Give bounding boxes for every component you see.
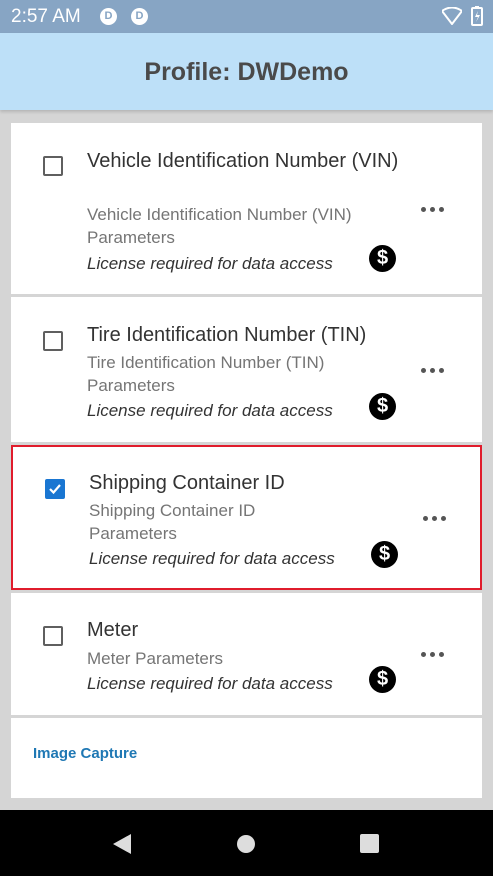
more-options-icon[interactable]	[421, 652, 447, 660]
nav-home-icon[interactable]	[236, 834, 256, 854]
notification-app-icon: D	[131, 8, 148, 25]
checkmark-icon	[49, 484, 61, 495]
more-options-icon[interactable]	[421, 368, 447, 376]
decoder-card-meter[interactable]: Meter Meter Parameters License required …	[11, 593, 482, 715]
page-title: Profile: DWDemo	[144, 58, 349, 86]
decoder-title: Meter	[87, 619, 139, 641]
wifi-icon	[442, 7, 462, 25]
license-text: License required for data access	[87, 401, 333, 420]
system-nav-bar	[0, 810, 493, 876]
notification-app-icon: D	[100, 8, 117, 25]
decoder-subtitle: Meter Parameters	[87, 649, 224, 668]
decoder-card-shipping-container[interactable]: Shipping Container ID Shipping Container…	[11, 445, 482, 590]
decoder-card-vin[interactable]: Vehicle Identification Number (VIN) Vehi…	[11, 123, 482, 294]
decoder-title: Vehicle Identification Number (VIN)	[87, 150, 399, 172]
more-options-icon[interactable]	[423, 516, 449, 524]
decoder-title: Tire Identification Number (TIN)	[87, 324, 367, 346]
decoder-subtitle: Shipping Container ID Parameters	[89, 501, 256, 543]
decoder-title: Shipping Container ID	[89, 472, 285, 494]
decoder-subtitle: Vehicle Identification Number (VIN) Para…	[87, 205, 352, 247]
dollar-icon: $	[369, 666, 396, 693]
app-bar: Profile: DWDemo	[0, 33, 493, 110]
license-text: License required for data access	[89, 549, 335, 568]
decoder-checkbox-tin[interactable]	[43, 331, 63, 351]
decoder-subtitle: Tire Identification Number (TIN) Paramet…	[87, 353, 325, 395]
status-time: 2:57 AM	[11, 6, 81, 27]
license-text: License required for data access	[87, 254, 333, 273]
nav-recents-icon[interactable]	[360, 834, 379, 853]
dollar-icon: $	[369, 245, 396, 272]
dollar-icon: $	[371, 541, 398, 568]
decoder-card-tin[interactable]: Tire Identification Number (TIN) Tire Id…	[11, 297, 482, 442]
decoder-checkbox-vin[interactable]	[43, 156, 63, 176]
image-capture-link[interactable]: Image Capture	[33, 745, 137, 762]
dollar-icon: $	[369, 393, 396, 420]
decoder-checkbox-meter[interactable]	[43, 626, 63, 646]
battery-icon	[471, 6, 483, 26]
decoder-checkbox-shipping-container[interactable]	[45, 479, 65, 499]
status-bar: 2:57 AM D D	[0, 0, 493, 33]
nav-back-icon[interactable]	[112, 833, 132, 855]
more-options-icon[interactable]	[421, 207, 447, 215]
image-capture-card[interactable]: Image Capture	[11, 718, 482, 798]
license-text: License required for data access	[87, 674, 333, 693]
